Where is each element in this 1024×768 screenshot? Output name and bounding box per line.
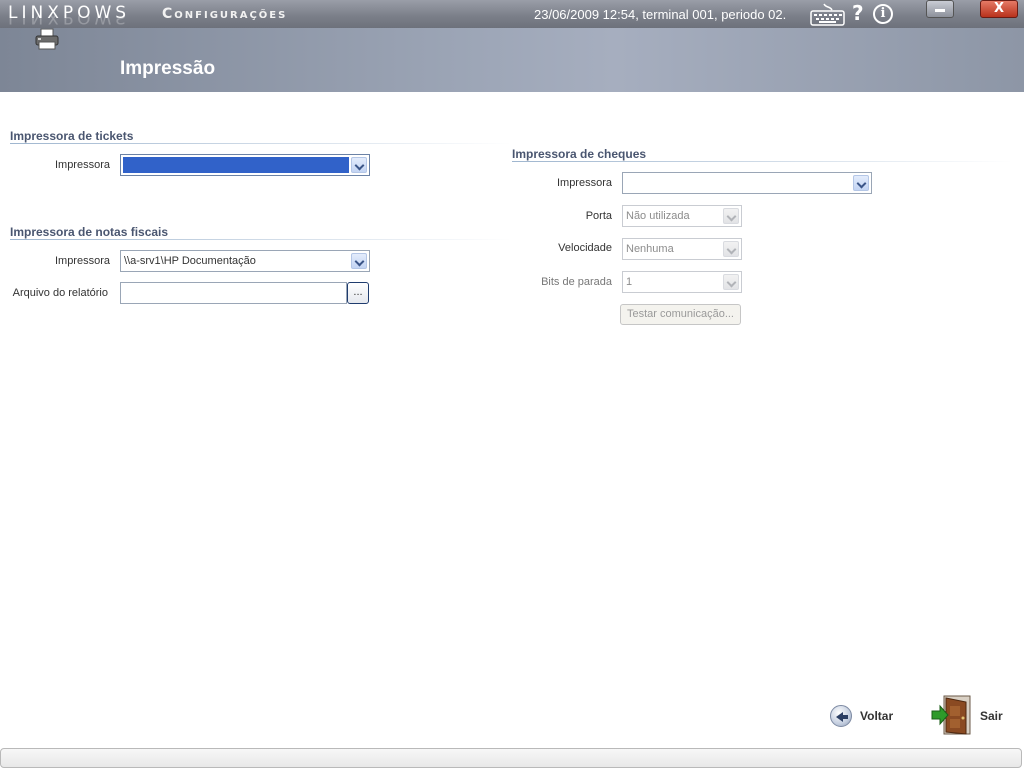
- section-title-cheques: Impressora de cheques: [512, 147, 647, 161]
- notas-printer-value: \\a-srv1\HP Documentação: [124, 255, 256, 267]
- section-divider: [512, 161, 1012, 162]
- tickets-printer-label: Impressora: [54, 159, 110, 171]
- chevron-down-icon[interactable]: [723, 274, 739, 290]
- port-label: Porta: [585, 210, 612, 222]
- speed-value: Nenhuma: [626, 243, 674, 255]
- back-button[interactable]: Voltar: [828, 702, 908, 730]
- speed-select[interactable]: Nenhuma: [622, 238, 742, 260]
- stopbits-select[interactable]: 1: [622, 271, 742, 293]
- browse-button[interactable]: ...: [347, 282, 369, 304]
- notas-printer-label: Impressora: [54, 255, 110, 267]
- minimize-button[interactable]: [926, 0, 954, 18]
- section-title-notas: Impressora de notas fiscais: [10, 225, 169, 239]
- keyboard-icon[interactable]: [810, 2, 846, 26]
- report-file-label: Arquivo do relatório: [12, 287, 108, 299]
- tickets-printer-select[interactable]: [120, 154, 370, 176]
- page-title: Impressão: [120, 58, 216, 79]
- chevron-down-icon[interactable]: [351, 253, 367, 269]
- info-icon[interactable]: i: [873, 4, 893, 24]
- notas-printer-select[interactable]: \\a-srv1\HP Documentação: [120, 250, 370, 272]
- status-bar: [0, 748, 1022, 768]
- port-select[interactable]: Não utilizada: [622, 205, 742, 227]
- back-button-label: Voltar: [860, 709, 894, 723]
- printer-icon: [35, 28, 59, 50]
- speed-label: Velocidade: [558, 242, 612, 254]
- page-header: Impressão: [0, 28, 1024, 92]
- brand-reflection: LINXPOWS: [8, 15, 131, 27]
- section-divider: [10, 239, 512, 240]
- port-value: Não utilizada: [626, 210, 690, 222]
- chevron-down-icon[interactable]: [723, 241, 739, 257]
- chevron-down-icon[interactable]: [351, 157, 367, 173]
- close-button[interactable]: X: [980, 0, 1018, 18]
- section-title-tickets: Impressora de tickets: [10, 129, 134, 143]
- cheques-printer-select[interactable]: [622, 172, 872, 194]
- stopbits-value: 1: [626, 276, 633, 288]
- report-file-input[interactable]: [120, 282, 347, 304]
- selection-highlight: [123, 157, 349, 173]
- exit-button-label: Sair: [980, 709, 1003, 723]
- test-communication-button[interactable]: Testar comunicação...: [620, 304, 741, 325]
- section-divider: [10, 143, 512, 144]
- stopbits-label: Bits de parada: [541, 276, 612, 288]
- exit-door-icon: [931, 695, 971, 735]
- help-icon[interactable]: ?: [852, 1, 866, 25]
- cheques-printer-label: Impressora: [556, 177, 612, 189]
- exit-button[interactable]: Sair: [930, 694, 1010, 736]
- chevron-down-icon[interactable]: [853, 175, 869, 191]
- app-name: Configurações: [162, 6, 288, 22]
- status-text: 23/06/2009 12:54, terminal 001, periodo …: [534, 7, 787, 22]
- title-bar: LINXPOWS LINXPOWS Configurações 23/06/20…: [0, 0, 1024, 28]
- arrow-left-icon: [830, 705, 852, 727]
- chevron-down-icon[interactable]: [723, 208, 739, 224]
